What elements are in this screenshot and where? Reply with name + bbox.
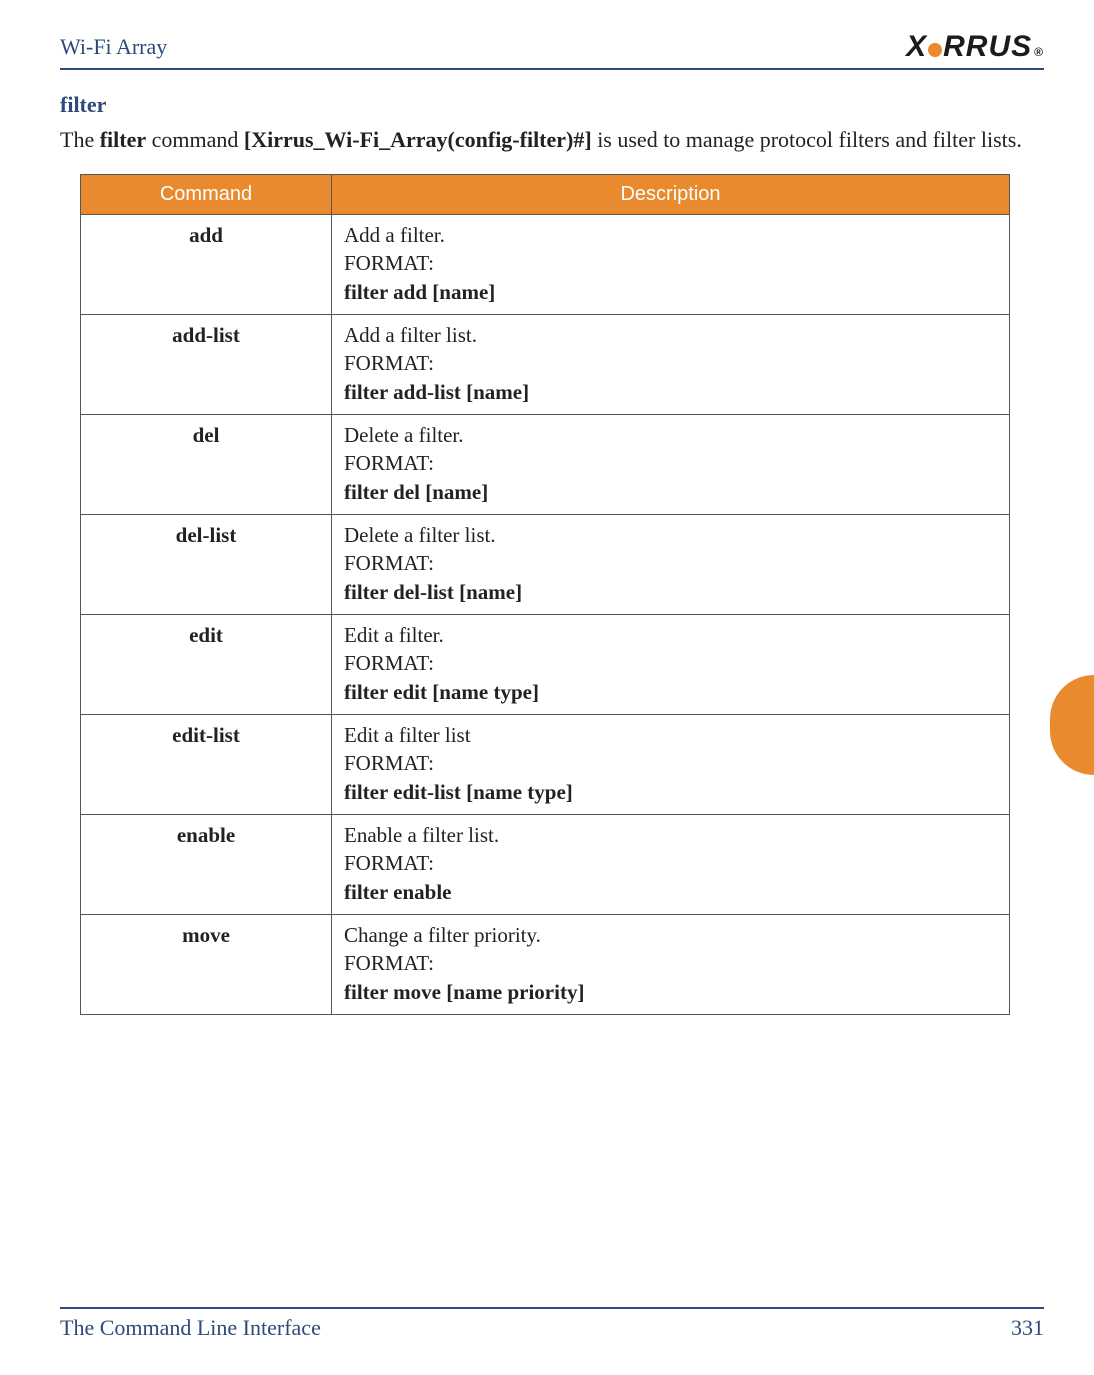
- table-row: del Delete a filter. FORMAT: filter del …: [81, 414, 1010, 514]
- table-row: edit-list Edit a filter list FORMAT: fil…: [81, 715, 1010, 815]
- intro-prompt-bold: [Xirrus_Wi-Fi_Array(config-filter)#]: [244, 127, 592, 152]
- format-value: filter move [name priority]: [344, 978, 997, 1006]
- table-row: add-list Add a filter list. FORMAT: filt…: [81, 314, 1010, 414]
- running-title: Wi-Fi Array: [60, 34, 167, 60]
- logo-dot-icon: [928, 43, 942, 57]
- intro-text: is used to manage protocol filters and f…: [597, 127, 1022, 152]
- command-name: del-list: [81, 514, 332, 614]
- format-value: filter add [name]: [344, 278, 997, 306]
- logo-registered: ®: [1034, 45, 1044, 59]
- table-row: add Add a filter. FORMAT: filter add [na…: [81, 214, 1010, 314]
- format-value: filter enable: [344, 878, 997, 906]
- table-row: edit Edit a filter. FORMAT: filter edit …: [81, 615, 1010, 715]
- format-value: filter add-list [name]: [344, 378, 997, 406]
- command-description: Add a filter list. FORMAT: filter add-li…: [332, 314, 1010, 414]
- format-label: FORMAT:: [344, 849, 997, 877]
- logo-text-left: X: [906, 30, 927, 64]
- intro-command-bold: filter: [100, 127, 146, 152]
- command-name: del: [81, 414, 332, 514]
- format-label: FORMAT:: [344, 649, 997, 677]
- command-description: Edit a filter list FORMAT: filter edit-l…: [332, 715, 1010, 815]
- format-label: FORMAT:: [344, 449, 997, 477]
- format-value: filter del-list [name]: [344, 578, 997, 606]
- desc-text: Change a filter priority.: [344, 921, 997, 949]
- page-header: Wi-Fi Array X RRUS ®: [60, 30, 1044, 70]
- format-label: FORMAT:: [344, 549, 997, 577]
- brand-logo: X RRUS ®: [906, 30, 1044, 64]
- command-description: Delete a filter. FORMAT: filter del [nam…: [332, 414, 1010, 514]
- logo-text-right: RRUS: [943, 30, 1032, 64]
- command-description: Change a filter priority. FORMAT: filter…: [332, 915, 1010, 1015]
- footer-chapter: The Command Line Interface: [60, 1315, 321, 1341]
- command-name: move: [81, 915, 332, 1015]
- command-table: Command Description add Add a filter. FO…: [80, 174, 1010, 1015]
- format-label: FORMAT:: [344, 249, 997, 277]
- table-row: move Change a filter priority. FORMAT: f…: [81, 915, 1010, 1015]
- footer-page-number: 331: [1011, 1315, 1044, 1341]
- page-footer: The Command Line Interface 331: [60, 1307, 1044, 1341]
- command-name: enable: [81, 815, 332, 915]
- command-description: Edit a filter. FORMAT: filter edit [name…: [332, 615, 1010, 715]
- format-value: filter del [name]: [344, 478, 997, 506]
- format-label: FORMAT:: [344, 749, 997, 777]
- command-name: edit-list: [81, 715, 332, 815]
- format-label: FORMAT:: [344, 349, 997, 377]
- format-value: filter edit-list [name type]: [344, 778, 997, 806]
- command-name: add-list: [81, 314, 332, 414]
- desc-text: Enable a filter list.: [344, 821, 997, 849]
- command-description: Enable a filter list. FORMAT: filter ena…: [332, 815, 1010, 915]
- format-label: FORMAT:: [344, 949, 997, 977]
- command-description: Add a filter. FORMAT: filter add [name]: [332, 214, 1010, 314]
- command-description: Delete a filter list. FORMAT: filter del…: [332, 514, 1010, 614]
- command-name: add: [81, 214, 332, 314]
- section-tab-icon: [1050, 675, 1094, 775]
- section-title: filter: [60, 92, 1044, 118]
- desc-text: Edit a filter list: [344, 721, 997, 749]
- col-header-command: Command: [81, 174, 332, 214]
- command-name: edit: [81, 615, 332, 715]
- desc-text: Delete a filter.: [344, 421, 997, 449]
- intro-text: command: [152, 127, 244, 152]
- section-intro: The filter command [Xirrus_Wi-Fi_Array(c…: [60, 124, 1044, 156]
- table-row: enable Enable a filter list. FORMAT: fil…: [81, 815, 1010, 915]
- table-row: del-list Delete a filter list. FORMAT: f…: [81, 514, 1010, 614]
- col-header-description: Description: [332, 174, 1010, 214]
- table-header-row: Command Description: [81, 174, 1010, 214]
- format-value: filter edit [name type]: [344, 678, 997, 706]
- intro-text: The: [60, 127, 100, 152]
- desc-text: Delete a filter list.: [344, 521, 997, 549]
- desc-text: Add a filter list.: [344, 321, 997, 349]
- desc-text: Edit a filter.: [344, 621, 997, 649]
- desc-text: Add a filter.: [344, 221, 997, 249]
